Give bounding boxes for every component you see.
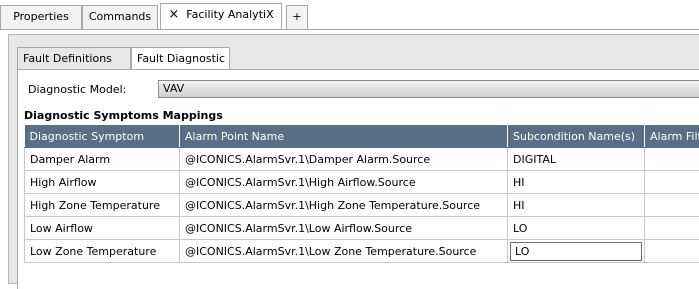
column-header-alarm-filter[interactable]: Alarm Filter	[645, 125, 699, 148]
fault-diagnostic-content: Diagnostic Model: VAV Diagnostic Symptom…	[17, 69, 699, 289]
table-row[interactable]: High Airflow @ICONICS.AlarmSvr.1\High Ai…	[25, 171, 699, 194]
symptom-cell[interactable]: High Zone Temperature	[25, 194, 180, 217]
tab-fault-diagnostic[interactable]: Fault Diagnostic	[131, 47, 230, 70]
subcondition-cell[interactable]: HI	[508, 194, 645, 217]
table-row[interactable]: Low Airflow @ICONICS.AlarmSvr.1\Low Airf…	[25, 217, 699, 240]
tab-commands[interactable]: Commands	[82, 5, 158, 29]
symptom-cell[interactable]: Low Airflow	[25, 217, 180, 240]
alarm-filter-cell[interactable]	[645, 148, 699, 171]
facility-analytix-panel: Fault Definitions Fault Diagnostic Diagn…	[8, 34, 699, 284]
subcondition-edit-input[interactable]: LO	[510, 242, 642, 261]
alarm-filter-cell[interactable]	[645, 194, 699, 217]
table-row[interactable]: High Zone Temperature @ICONICS.AlarmSvr.…	[25, 194, 699, 217]
tab-label: Fault Definitions	[23, 52, 112, 65]
plus-icon: +	[292, 10, 301, 23]
subcondition-cell[interactable]: DIGITAL	[508, 148, 645, 171]
tab-divider	[0, 29, 699, 30]
section-title: Diagnostic Symptoms Mappings	[24, 109, 223, 122]
alarm-point-cell[interactable]: @ICONICS.AlarmSvr.1\High Zone Temperatur…	[180, 194, 508, 217]
grid-header-row: Diagnostic Symptom Alarm Point Name Subc…	[25, 125, 699, 148]
column-header-subcondition-names[interactable]: Subcondition Name(s)	[508, 125, 645, 148]
alarm-point-cell[interactable]: @ICONICS.AlarmSvr.1\Damper Alarm.Source	[180, 148, 508, 171]
alarm-filter-cell[interactable]	[645, 217, 699, 240]
tab-fault-definitions[interactable]: Fault Definitions	[17, 47, 131, 70]
table-row[interactable]: Low Zone Temperature @ICONICS.AlarmSvr.1…	[25, 240, 699, 263]
alarm-point-cell[interactable]: @ICONICS.AlarmSvr.1\Low Zone Temperature…	[180, 240, 508, 263]
subcondition-cell[interactable]: HI	[508, 171, 645, 194]
symptom-cell[interactable]: High Airflow	[25, 171, 180, 194]
tab-properties[interactable]: Properties	[0, 5, 82, 29]
tab-label: Commands	[89, 10, 151, 23]
symptom-cell[interactable]: Low Zone Temperature	[25, 240, 180, 263]
top-tab-bar: Properties Commands × Facility AnalytiX +	[0, 0, 699, 32]
symptom-cell[interactable]: Damper Alarm	[25, 148, 180, 171]
close-icon[interactable]: ×	[168, 7, 179, 22]
diagnostic-model-label: Diagnostic Model:	[28, 83, 126, 96]
symptoms-mapping-grid: Diagnostic Symptom Alarm Point Name Subc…	[24, 125, 699, 263]
subcondition-cell[interactable]: LO	[508, 217, 645, 240]
alarm-filter-cell[interactable]	[645, 240, 699, 263]
alarm-point-cell[interactable]: @ICONICS.AlarmSvr.1\High Airflow.Source	[180, 171, 508, 194]
tab-label: Properties	[13, 10, 69, 23]
table-row[interactable]: Damper Alarm @ICONICS.AlarmSvr.1\Damper …	[25, 148, 699, 171]
column-header-alarm-point-name[interactable]: Alarm Point Name	[180, 125, 508, 148]
alarm-filter-cell[interactable]	[645, 171, 699, 194]
diagnostic-model-value: VAV	[163, 82, 184, 95]
tab-label: Fault Diagnostic	[137, 52, 225, 65]
subcondition-cell[interactable]: LO	[508, 240, 645, 263]
alarm-point-cell[interactable]: @ICONICS.AlarmSvr.1\Low Airflow.Source	[180, 217, 508, 240]
diagnostic-model-field[interactable]: VAV	[158, 80, 699, 98]
column-header-diagnostic-symptom[interactable]: Diagnostic Symptom	[25, 125, 180, 148]
tab-facility-analytix[interactable]: × Facility AnalytiX	[160, 3, 282, 30]
new-tab-button[interactable]: +	[286, 5, 308, 29]
tab-label: Facility AnalytiX	[186, 8, 273, 21]
